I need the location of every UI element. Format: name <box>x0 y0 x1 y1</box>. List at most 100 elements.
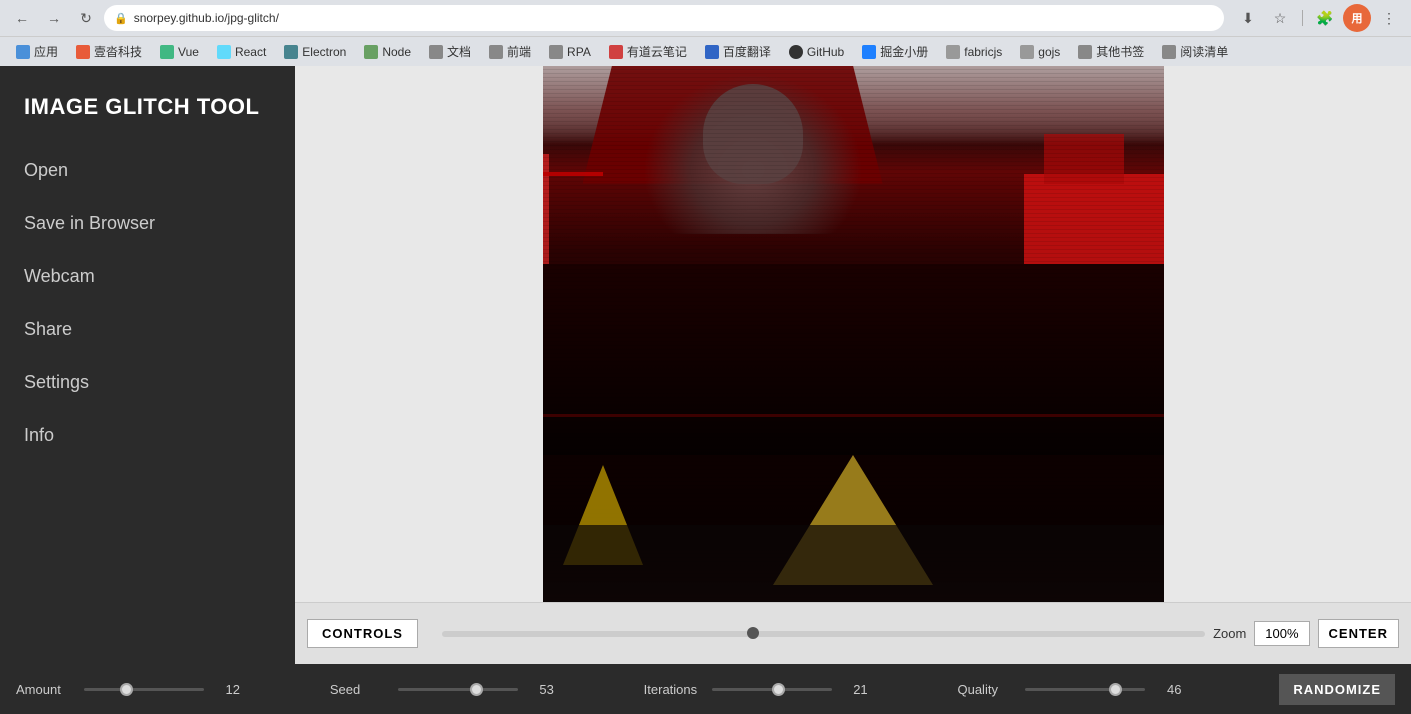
bookmark-label-rpa: RPA <box>567 45 591 59</box>
bookmark-icon-docs <box>429 45 443 59</box>
bookmark-icon-node <box>364 45 378 59</box>
seed-thumb[interactable] <box>470 683 483 696</box>
download-button[interactable]: ⬇ <box>1234 4 1262 32</box>
seed-value: 53 <box>526 682 554 697</box>
bookmark-label-docs: 文档 <box>447 43 471 60</box>
url-text: snorpey.github.io/jpg-glitch/ <box>134 11 279 25</box>
bookmark-electron[interactable]: Electron <box>276 42 354 62</box>
nav-separator <box>1302 10 1303 26</box>
bookmark-baidu-translate[interactable]: 百度翻译 <box>697 40 779 63</box>
bookmark-label-reading: 阅读清单 <box>1180 43 1228 60</box>
zoom-label: Zoom <box>1213 626 1246 641</box>
sidebar-item-webcam[interactable]: Webcam <box>0 250 295 303</box>
seed-label: Seed <box>330 682 390 697</box>
amount-label: Amount <box>16 682 76 697</box>
sidebar-item-open[interactable]: Open <box>0 144 295 197</box>
bookmark-label-apps: 应用 <box>34 43 58 60</box>
browser-chrome: ← → ↻ 🔒 snorpey.github.io/jpg-glitch/ ⬇ … <box>0 0 1411 66</box>
bookmark-label-electron: Electron <box>302 45 346 59</box>
bookmark-gojs[interactable]: gojs <box>1012 42 1068 62</box>
bookmark-github[interactable]: GitHub <box>781 42 852 62</box>
quality-label: Quality <box>957 682 1017 697</box>
iterations-value: 21 <box>840 682 868 697</box>
sidebar-item-share[interactable]: Share <box>0 303 295 356</box>
lock-icon: 🔒 <box>114 12 128 25</box>
bookmark-label-node: Node <box>382 45 411 59</box>
bookmark-reading[interactable]: 阅读清单 <box>1154 40 1236 63</box>
bookmark-frontend[interactable]: 前端 <box>481 40 539 63</box>
bookmark-vue[interactable]: Vue <box>152 42 207 62</box>
glitch-line1 <box>543 172 603 176</box>
reload-button[interactable]: ↻ <box>72 4 100 32</box>
app-title: IMAGE GLITCH TOOL <box>0 66 295 144</box>
amount-track[interactable] <box>84 688 204 691</box>
iterations-track[interactable] <box>712 688 832 691</box>
sidebar-item-settings[interactable]: Settings <box>0 356 295 409</box>
bookmarks-bar: 应用 壹沓科技 Vue React Electron Node 文档 前端 <box>0 36 1411 66</box>
bookmark-icon-juejin <box>862 45 876 59</box>
bookmark-other[interactable]: 其他书签 <box>1070 40 1152 63</box>
iterations-thumb[interactable] <box>772 683 785 696</box>
bookmark-icon-baidu <box>705 45 719 59</box>
quality-value: 46 <box>1153 682 1181 697</box>
bookmark-icon-react <box>217 45 231 59</box>
bookmark-label-react: React <box>235 45 266 59</box>
menu-button[interactable]: ⋮ <box>1375 4 1403 32</box>
bookmark-label-github: GitHub <box>807 45 844 59</box>
bookmark-icon-frontend <box>489 45 503 59</box>
bookmark-node[interactable]: Node <box>356 42 419 62</box>
main-content: CONTROLS Zoom 100% CENTER <box>295 66 1411 664</box>
bookmark-icon-other <box>1078 45 1092 59</box>
sidebar-item-info[interactable]: Info <box>0 409 295 462</box>
horizontal-scrollbar[interactable] <box>442 631 1205 637</box>
bookmark-label-other: 其他书签 <box>1096 43 1144 60</box>
bookmark-label-frontend: 前端 <box>507 43 531 60</box>
bookmark-icon-yida <box>76 45 90 59</box>
avatar[interactable]: 用 <box>1343 4 1371 32</box>
zoom-area: Zoom 100% CENTER <box>1213 619 1399 648</box>
quality-thumb[interactable] <box>1109 683 1122 696</box>
scrollbar-thumb[interactable] <box>747 627 759 639</box>
nav-right-buttons: ⬇ ☆ 🧩 用 ⋮ <box>1234 4 1403 32</box>
bookmark-juejin[interactable]: 掘金小册 <box>854 40 936 63</box>
bookmark-react[interactable]: React <box>209 42 274 62</box>
sidebar-item-save-browser[interactable]: Save in Browser <box>0 197 295 250</box>
bookmark-apps[interactable]: 应用 <box>8 40 66 63</box>
controls-button[interactable]: CONTROLS <box>307 619 418 648</box>
sidebar-menu: Open Save in Browser Webcam Share Settin… <box>0 144 295 462</box>
center-button[interactable]: CENTER <box>1318 619 1399 648</box>
bookmark-icon-rpa <box>549 45 563 59</box>
amount-slider-group: Amount 12 <box>16 682 330 697</box>
bookmark-icon-github <box>789 45 803 59</box>
app-container: IMAGE GLITCH TOOL Open Save in Browser W… <box>0 66 1411 664</box>
bookmark-star-button[interactable]: ☆ <box>1266 4 1294 32</box>
bookmark-icon-vue <box>160 45 174 59</box>
quality-track[interactable] <box>1025 688 1145 691</box>
glitch-image <box>543 66 1164 602</box>
sliders-bar: Amount 12 Seed 53 Iterations 21 Quality … <box>0 664 1411 714</box>
back-button[interactable]: ← <box>8 4 36 32</box>
iterations-label: Iterations <box>644 682 704 697</box>
bookmark-docs[interactable]: 文档 <box>421 40 479 63</box>
forward-button[interactable]: → <box>40 4 68 32</box>
controls-bar: CONTROLS Zoom 100% CENTER <box>295 602 1411 664</box>
bookmark-label-vue: Vue <box>178 45 199 59</box>
bookmark-icon-apps <box>16 45 30 59</box>
bookmark-rpa[interactable]: RPA <box>541 42 599 62</box>
bookmark-label-fabricjs: fabricjs <box>964 45 1002 59</box>
randomize-button[interactable]: RANDOMIZE <box>1279 674 1395 705</box>
extensions-button[interactable]: 🧩 <box>1311 4 1339 32</box>
bookmark-youdao[interactable]: 有道云笔记 <box>601 40 695 63</box>
bookmark-yida[interactable]: 壹沓科技 <box>68 40 150 63</box>
bookmark-fabricjs[interactable]: fabricjs <box>938 42 1010 62</box>
bookmark-label-juejin: 掘金小册 <box>880 43 928 60</box>
address-bar[interactable]: 🔒 snorpey.github.io/jpg-glitch/ <box>104 5 1224 31</box>
amount-thumb[interactable] <box>120 683 133 696</box>
browser-nav: ← → ↻ 🔒 snorpey.github.io/jpg-glitch/ ⬇ … <box>0 0 1411 36</box>
bookmark-label-baidu: 百度翻译 <box>723 43 771 60</box>
bookmark-label-gojs: gojs <box>1038 45 1060 59</box>
bookmark-label-yida: 壹沓科技 <box>94 43 142 60</box>
canvas-area[interactable] <box>295 66 1411 602</box>
seed-track[interactable] <box>398 688 518 691</box>
zoom-value[interactable]: 100% <box>1254 621 1309 646</box>
